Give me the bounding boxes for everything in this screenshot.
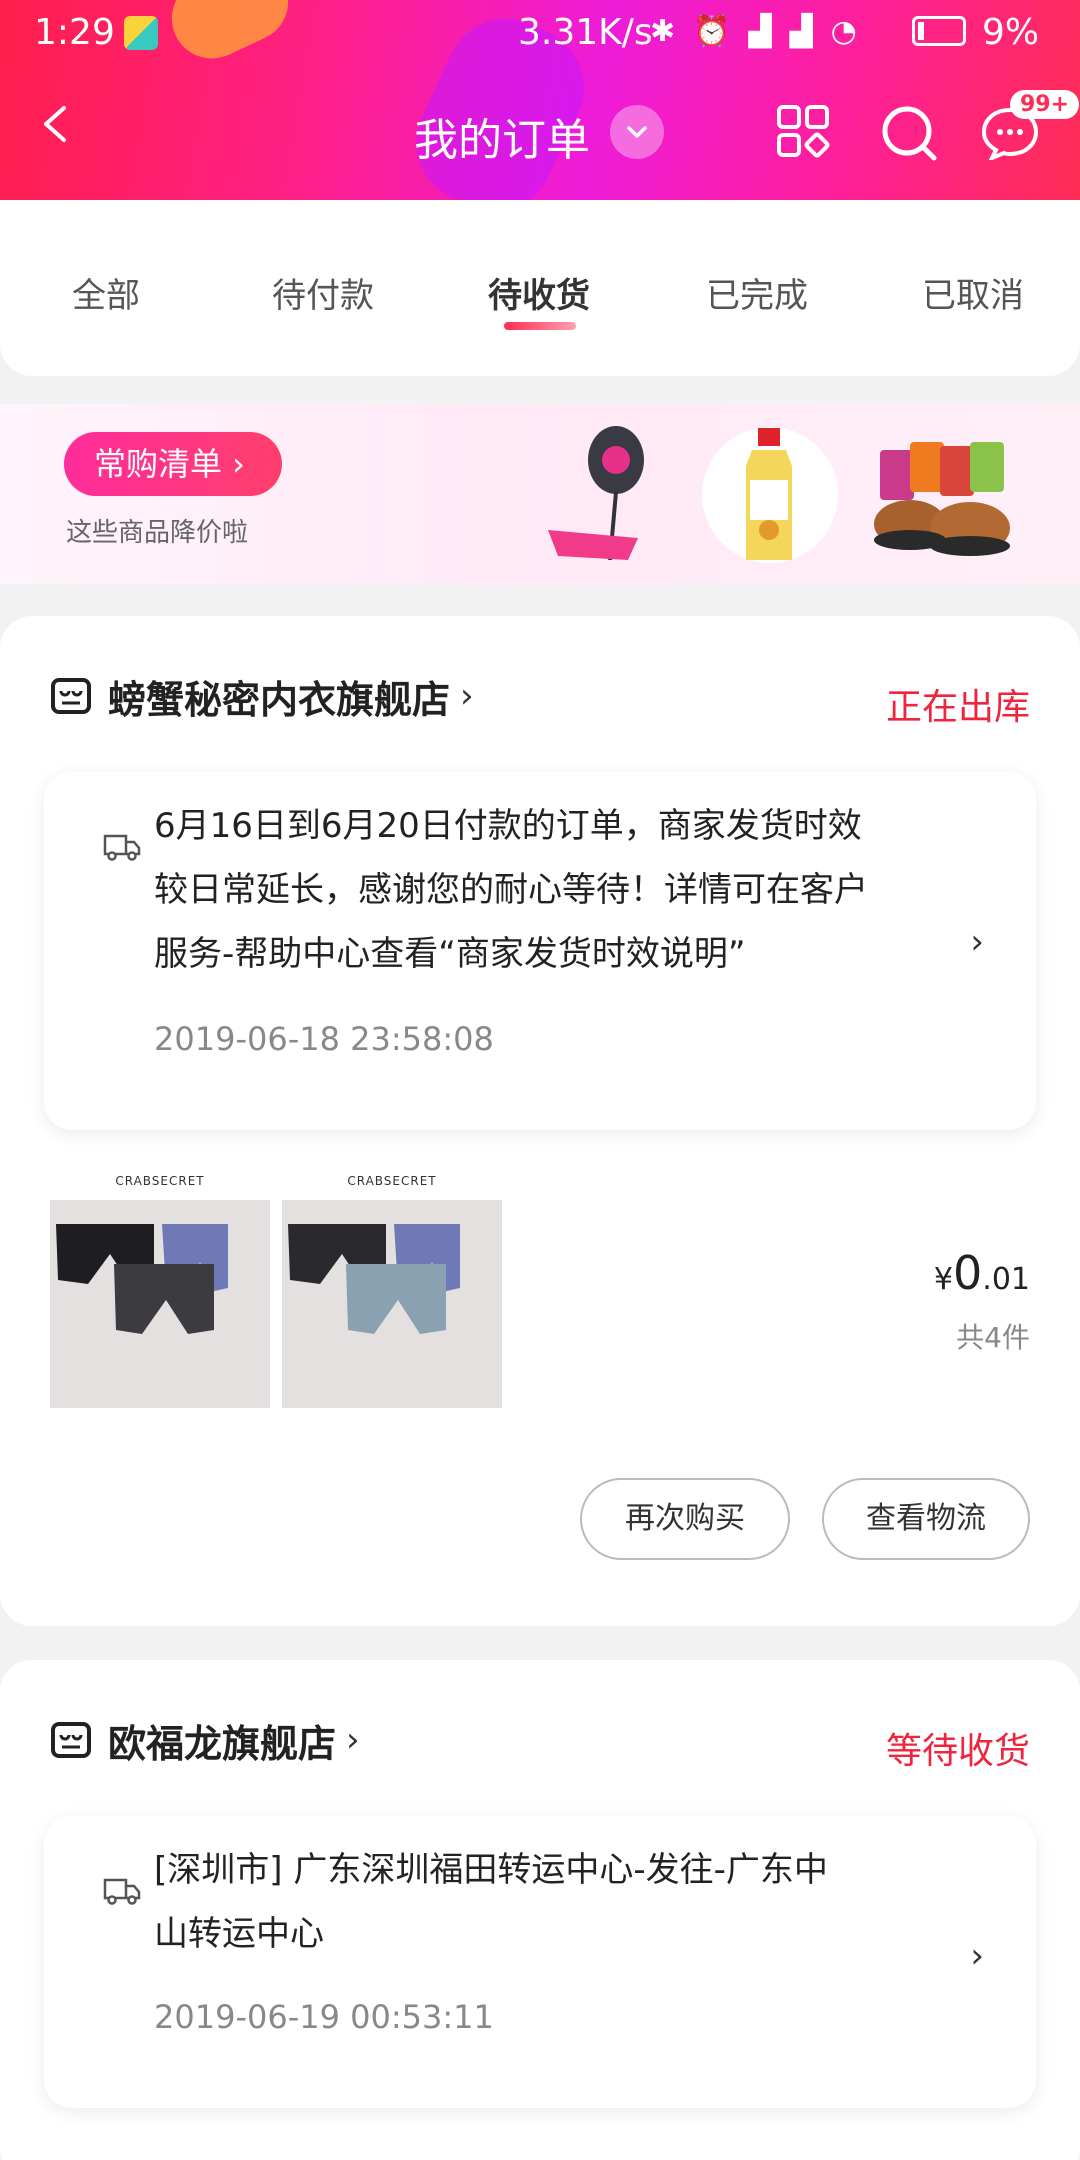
chevron-down-icon[interactable] — [610, 105, 664, 159]
active-tab-indicator — [504, 322, 576, 330]
tab-cancelled[interactable]: 已取消 — [922, 268, 1024, 317]
store-name[interactable]: 螃蟹秘密内衣旗舰店 — [108, 669, 450, 724]
battery-icon — [912, 16, 966, 46]
status-icons: ✱ ⏰ ▟ ▟ ◔ — [650, 14, 857, 49]
app-header: 1:29 3.31K/s ✱ ⏰ ▟ ▟ ◔ 9% 我的订单 99+ — [0, 0, 1080, 200]
frequent-list-button[interactable]: 常购清单 › — [64, 432, 282, 496]
rebuy-button[interactable]: 再次购买 — [580, 1478, 790, 1560]
store-header[interactable]: 螃蟹秘密内衣旗舰店 › — [50, 666, 474, 726]
logistics-time: 2019-06-19 00:53:11 — [154, 1998, 494, 2036]
product-image[interactable]: CRABSECRET — [50, 1164, 270, 1408]
message-badge: 99+ — [1010, 90, 1080, 119]
store-icon — [51, 678, 91, 714]
store-name[interactable]: 欧福龙旗舰店 — [108, 1713, 336, 1768]
item-count: 共4件 — [956, 1321, 1030, 1354]
bluetooth-icon: ✱ — [650, 14, 676, 49]
tab-all[interactable]: 全部 — [72, 268, 140, 317]
fan-product-image[interactable] — [528, 420, 678, 570]
order-tabs: 全部 待付款 待收货 已完成 已取消 — [0, 200, 1080, 376]
product-brand: CRABSECRET — [115, 1174, 205, 1188]
chevron-right-icon: › — [970, 1936, 984, 1976]
network-speed: 3.31K/s — [518, 12, 653, 53]
alarm-icon: ⏰ — [693, 14, 731, 49]
promo-banner[interactable]: 常购清单 › 这些商品降价啦 — [0, 404, 1080, 584]
logistics-box[interactable]: [深圳市] 广东深圳福田转运中心-发往-广东中 山转运中心 2019-06-19… — [44, 1816, 1036, 2108]
chevron-right-icon: › — [460, 676, 474, 716]
oil-product-image[interactable] — [700, 420, 850, 570]
notice-text-line: 服务-帮助中心查看“商家发货时效说明” — [154, 934, 746, 974]
order-status: 正在出库 — [885, 687, 1030, 728]
order-price: ¥0.01 — [934, 1246, 1030, 1300]
wifi-icon: ◔ — [830, 14, 857, 49]
page-title: 我的订单 — [414, 115, 590, 166]
boxer-briefs-image — [288, 1224, 460, 1334]
tab-pending-payment[interactable]: 待付款 — [272, 268, 374, 317]
notice-text-line: 较日常延长，感谢您的耐心等待！详情可在客户 — [154, 870, 868, 910]
store-header[interactable]: 欧福龙旗舰店 › — [50, 1710, 360, 1770]
status-bar: 1:29 3.31K/s ✱ ⏰ ▟ ▟ ◔ 9% — [0, 0, 1080, 70]
price-integer: 0 — [953, 1246, 983, 1300]
search-icon[interactable] — [880, 104, 938, 162]
notice-text-line: 6月16日到6月20日付款的订单，商家发货时效 — [154, 806, 862, 846]
price-decimal: .01 — [982, 1262, 1030, 1297]
chevron-right-icon: › — [346, 1720, 360, 1760]
store-icon — [51, 1722, 91, 1758]
product-brand: CRABSECRET — [347, 1174, 437, 1188]
truck-icon — [103, 1878, 141, 1905]
order-status: 等待收货 — [885, 1731, 1030, 1772]
logistics-text-line: [深圳市] 广东深圳福田转运中心-发往-广东中 — [154, 1850, 828, 1890]
truck-icon — [103, 834, 141, 861]
tab-completed[interactable]: 已完成 — [706, 268, 808, 317]
status-time: 1:29 — [34, 12, 115, 53]
signal-icon: ▟ — [789, 14, 813, 49]
back-arrow-icon[interactable] — [36, 104, 76, 144]
notice-box[interactable]: 6月16日到6月20日付款的订单，商家发货时效 较日常延长，感谢您的耐心等待！详… — [44, 772, 1036, 1130]
battery-percent: 9% — [982, 12, 1040, 53]
promo-subtitle: 这些商品降价啦 — [66, 518, 249, 548]
logistics-text-line: 山转运中心 — [154, 1914, 324, 1954]
view-logistics-button[interactable]: 查看物流 — [822, 1478, 1030, 1560]
signal-icon: ▟ — [748, 14, 772, 49]
notice-time: 2019-06-18 23:58:08 — [154, 1020, 494, 1058]
snack-product-image[interactable] — [870, 420, 1030, 570]
currency-symbol: ¥ — [933, 1262, 953, 1297]
app-notification-icon — [124, 16, 158, 50]
tab-pending-receipt[interactable]: 待收货 — [488, 268, 590, 317]
chevron-right-icon: › — [970, 922, 984, 962]
product-image[interactable]: CRABSECRET — [282, 1164, 502, 1408]
boxer-briefs-image — [56, 1224, 228, 1334]
grid-menu-icon[interactable] — [776, 104, 832, 160]
